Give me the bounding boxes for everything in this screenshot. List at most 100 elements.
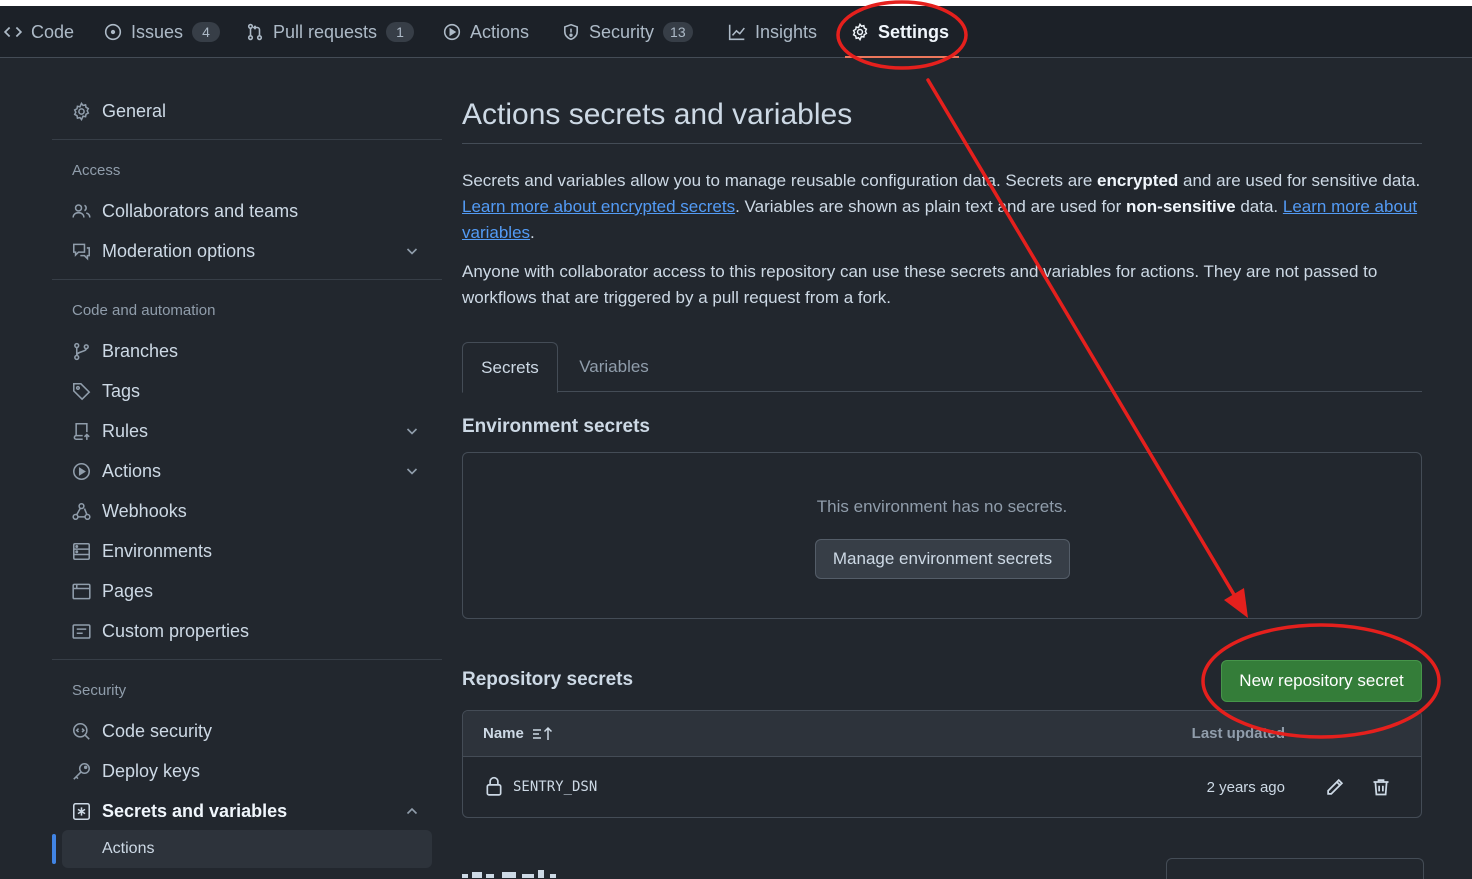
tag-icon <box>73 382 91 400</box>
sidebar-item-label: Custom properties <box>102 620 250 641</box>
sidebar-item-general[interactable]: General <box>52 93 432 129</box>
git-branch-icon <box>74 342 89 360</box>
manage-environment-secrets-button[interactable]: Manage environment secrets <box>815 539 1070 579</box>
sidebar-item-deploy-keys[interactable]: Deploy keys <box>52 753 432 789</box>
pull-requests-count-badge: 1 <box>386 22 415 42</box>
sidebar-item-rules[interactable]: Rules <box>52 413 432 449</box>
sidebar-item-actions[interactable]: Actions <box>52 453 432 489</box>
sidebar-item-moderation[interactable]: Moderation options <box>52 233 432 269</box>
sidebar-item-label: Webhooks <box>102 500 187 521</box>
sidebar-item-label: Tags <box>102 380 141 401</box>
tab-actions[interactable]: Actions <box>443 6 529 58</box>
sidebar-item-code-security[interactable]: Code security <box>52 713 432 749</box>
tab-variables[interactable]: Variables <box>578 342 650 392</box>
comment-discussion-icon <box>73 243 90 260</box>
sidebar-item-label: Secrets and variables <box>102 800 288 821</box>
sidebar-item-label: Branches <box>102 340 179 361</box>
tab-issues-label: Issues <box>131 21 184 42</box>
tab-code-label: Code <box>31 21 75 42</box>
sidebar-subitem-label: Actions <box>102 840 155 857</box>
intro-text: . <box>530 223 535 242</box>
tab-issues[interactable]: Issues 4 <box>104 6 221 58</box>
sidebar-divider <box>52 659 442 660</box>
sidebar-divider <box>52 139 442 140</box>
sidebar-item-webhooks[interactable]: Webhooks <box>52 493 432 529</box>
intro-text: Secrets and variables allow you to manag… <box>462 171 1098 190</box>
sidebar-item-custom-properties[interactable]: Custom properties <box>52 613 432 649</box>
security-count-badge: 13 <box>663 22 693 42</box>
active-item-indicator <box>52 834 56 864</box>
sidebar-heading-security: Security <box>72 682 127 699</box>
sidebar-item-label: Pages <box>102 580 154 601</box>
shield-icon <box>564 23 578 41</box>
chevron-down-icon <box>406 248 418 255</box>
code-icon <box>4 26 22 38</box>
secrets-variables-tabs: Secrets Variables <box>462 342 1422 393</box>
tab-security[interactable]: Security 13 <box>562 6 693 58</box>
note-icon <box>72 623 91 639</box>
sort-asc-icon <box>532 726 552 740</box>
intro-paragraph: Secrets and variables allow you to manag… <box>462 168 1422 246</box>
key-asterisk-icon <box>73 802 90 820</box>
key-icon <box>73 762 90 780</box>
repo-push-icon <box>73 422 90 440</box>
access-note: Anyone with collaborator access to this … <box>462 262 1378 307</box>
intro-text: data. <box>1235 197 1283 216</box>
tab-actions-label: Actions <box>470 21 530 42</box>
sidebar-item-environments[interactable]: Environments <box>52 533 432 569</box>
sidebar-item-label: Code security <box>102 720 213 741</box>
table-row: SENTRY_DSN 2 years ago <box>463 757 1421 817</box>
name-column-label: Name <box>483 725 524 742</box>
issues-count-badge: 4 <box>192 22 221 42</box>
chevron-down-icon <box>406 428 418 435</box>
tab-code[interactable]: Code <box>4 6 74 58</box>
gear-icon <box>852 23 868 41</box>
intro-text: and are used for sensitive data. <box>1178 171 1421 190</box>
table-header: Name Last updated <box>463 711 1421 757</box>
next-section-button-edge <box>1166 858 1424 879</box>
sidebar-item-secrets-and-variables[interactable]: Secrets and variables <box>52 793 432 829</box>
sidebar-item-label: General <box>102 100 167 121</box>
issue-opened-icon <box>104 23 122 41</box>
tab-insights[interactable]: Insights <box>728 6 817 58</box>
sidebar-heading-access: Access <box>72 162 121 179</box>
sidebar-subitem-actions[interactable]: Actions <box>62 830 432 868</box>
tab-settings[interactable]: Settings <box>844 6 960 58</box>
learn-more-secrets-link[interactable]: Learn more about encrypted secrets <box>462 197 735 216</box>
page-title: Actions secrets and variables <box>462 98 853 131</box>
server-icon <box>73 542 90 560</box>
tab-insights-label: Insights <box>755 21 818 42</box>
trash-icon[interactable] <box>1371 777 1391 797</box>
sidebar-item-tags[interactable]: Tags <box>52 373 432 409</box>
gear-icon <box>73 101 90 121</box>
environment-secrets-box: This environment has no secrets. Manage … <box>462 452 1422 619</box>
repository-secrets-table: Name Last updated SENTRY_DSN 2 years ago <box>462 710 1422 818</box>
intro-text: . Variables are shown as plain text and … <box>735 197 1127 216</box>
tab-pull-requests[interactable]: Pull requests 1 <box>246 6 415 58</box>
pencil-icon[interactable] <box>1325 777 1345 797</box>
secret-updated: 2 years ago <box>1206 779 1285 796</box>
git-pull-request-icon <box>247 23 263 41</box>
sidebar-item-label: Collaborators and teams <box>102 200 299 221</box>
browser-icon <box>72 583 91 599</box>
lock-icon <box>486 776 502 796</box>
chevron-up-icon <box>406 807 418 815</box>
environment-secrets-heading: Environment secrets <box>462 416 650 437</box>
codescan-icon <box>73 722 90 740</box>
sidebar-item-pages[interactable]: Pages <box>52 573 432 609</box>
environment-empty-message: This environment has no secrets. <box>816 497 1068 516</box>
new-repository-secret-button[interactable]: New repository secret <box>1221 660 1422 702</box>
sidebar-item-label: Rules <box>102 420 149 441</box>
sidebar-heading-code-automation: Code and automation <box>72 302 216 319</box>
secret-name: SENTRY_DSN <box>513 779 598 795</box>
repository-secrets-heading: Repository secrets <box>462 669 634 690</box>
sidebar-divider <box>52 279 442 280</box>
play-icon <box>73 462 90 480</box>
chevron-down-icon <box>406 468 418 475</box>
name-column-header[interactable]: Name <box>483 725 554 742</box>
next-section-heading-edge <box>462 870 556 878</box>
sidebar-item-branches[interactable]: Branches <box>52 333 432 369</box>
tab-secrets[interactable]: Secrets <box>462 342 558 393</box>
sidebar-item-collaborators[interactable]: Collaborators and teams <box>52 193 432 229</box>
sidebar-item-label: Environments <box>102 540 213 561</box>
